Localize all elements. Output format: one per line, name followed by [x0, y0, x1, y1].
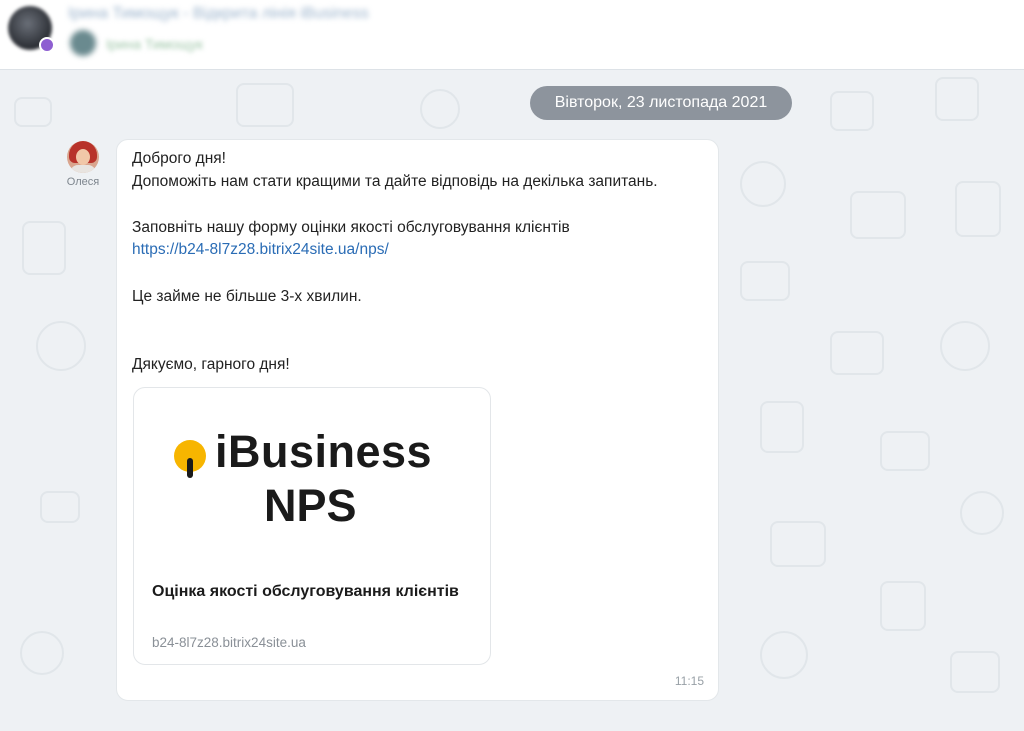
- logo-subtext: NPS: [264, 480, 357, 531]
- background-doodle: [955, 181, 1001, 237]
- survey-link[interactable]: https://b24-8l7z28.bitrix24site.ua/nps/: [132, 241, 389, 258]
- link-preview-domain: b24-8l7z28.bitrix24site.ua: [152, 635, 306, 650]
- background-doodle: [20, 631, 64, 675]
- link-preview-image[interactable]: iBusiness NPS: [134, 388, 490, 556]
- link-preview-card[interactable]: iBusiness NPS Оцінка якості обслуговуван…: [133, 387, 491, 665]
- chat-header: Ірина Тимощук - Відкрита лінія iBusiness…: [0, 0, 1024, 70]
- message-time: 11:15: [674, 674, 704, 688]
- background-doodle: [950, 651, 1000, 693]
- background-doodle: [880, 581, 926, 631]
- message-text-greeting: Доброго дня!: [132, 150, 226, 167]
- date-separator: Вівторок, 23 листопада 2021: [530, 86, 792, 120]
- message-text-duration: Це займе не більше 3-х хвилин.: [132, 288, 362, 305]
- background-doodle: [770, 521, 826, 567]
- message-text-form-prompt: Заповніть нашу форму оцінки якості обслу…: [132, 219, 570, 236]
- sender-name: Олеся: [66, 176, 100, 188]
- sender-avatar[interactable]: [67, 141, 99, 173]
- background-doodle: [40, 491, 80, 523]
- background-doodle: [760, 401, 804, 453]
- background-doodle: [22, 221, 66, 275]
- message-text-request: Допоможіть нам стати кращими та дайте ві…: [132, 173, 658, 190]
- background-doodle: [420, 89, 460, 129]
- message-sender[interactable]: Олеся: [60, 141, 106, 188]
- background-doodle: [740, 161, 786, 207]
- logo-text: iBusiness: [215, 426, 433, 477]
- background-doodle: [830, 91, 874, 131]
- background-doodle: [36, 321, 86, 371]
- message-text-thanks: Дякуємо, гарного дня!: [132, 356, 290, 373]
- background-doodle: [740, 261, 790, 301]
- background-doodle: [940, 321, 990, 371]
- chat-history[interactable]: Вівторок, 23 листопада 2021 Олеся Доброг…: [0, 71, 1024, 731]
- background-doodle: [935, 77, 979, 121]
- background-doodle: [236, 83, 294, 127]
- background-doodle: [960, 491, 1004, 535]
- chat-subtitle: Ірина Тимощук: [106, 36, 203, 52]
- background-doodle: [830, 331, 884, 375]
- chat-title[interactable]: Ірина Тимощук - Відкрита лінія iBusiness: [68, 5, 369, 23]
- background-doodle: [14, 97, 52, 127]
- viber-icon: [39, 37, 55, 53]
- background-doodle: [850, 191, 906, 239]
- link-preview-title[interactable]: Оцінка якості обслуговування клієнтів: [152, 581, 472, 603]
- background-doodle: [880, 431, 930, 471]
- lightbulb-stem: [187, 458, 193, 478]
- operator-avatar: [70, 30, 96, 56]
- message-bubble[interactable]: Доброго дня! Допоможіть нам стати кращим…: [116, 139, 719, 701]
- background-doodle: [760, 631, 808, 679]
